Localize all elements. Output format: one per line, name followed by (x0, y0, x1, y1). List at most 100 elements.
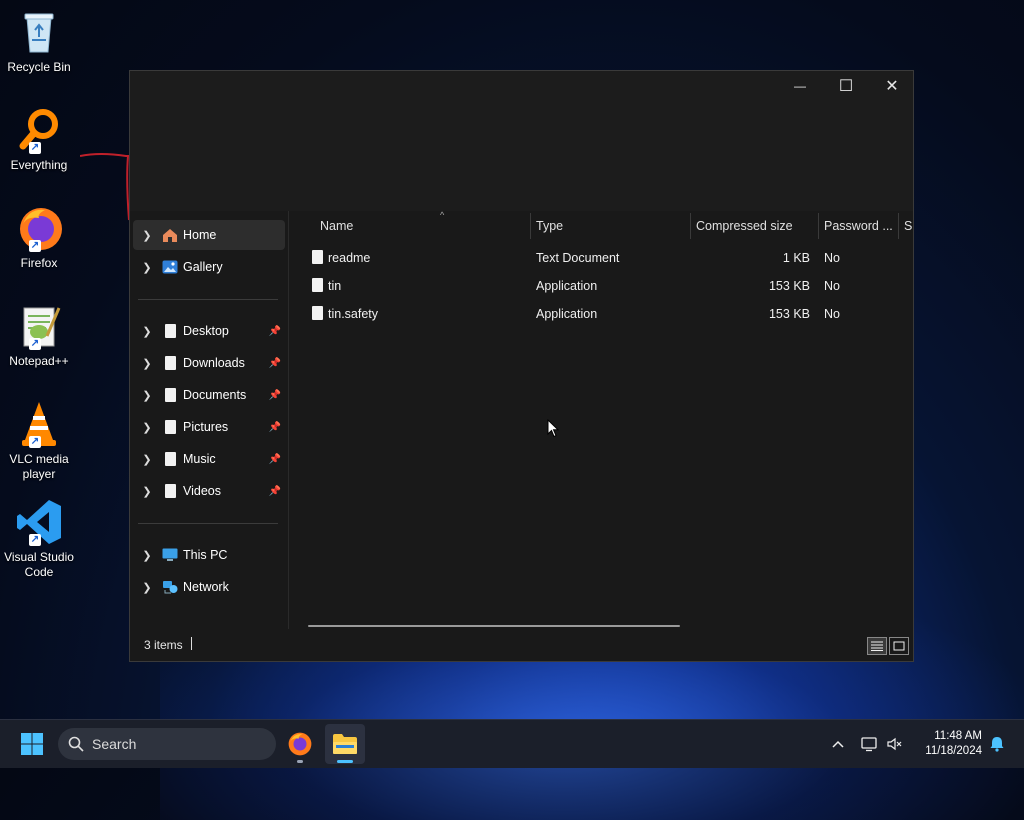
nav-item-pictures[interactable]: ❯ Pictures 📌 (133, 412, 285, 442)
chevron-right-icon[interactable]: ❯ (133, 453, 161, 466)
desktop-icon-label: Visual Studio Code (4, 550, 74, 579)
column-header-size[interactable]: Si (898, 211, 913, 241)
column-header-compressed-size[interactable]: Compressed size (690, 211, 818, 241)
shortcut-arrow-icon: ↗ (29, 436, 41, 448)
horizontal-scrollbar[interactable] (308, 625, 680, 627)
sort-ascending-icon: ^ (440, 211, 445, 220)
speaker-muted-icon (887, 737, 902, 751)
active-indicator (337, 760, 353, 763)
network-icon (161, 579, 179, 595)
nav-item-label: Home (183, 228, 217, 242)
desktop-icon-vscode[interactable]: ↗ Visual Studio Code (0, 498, 78, 580)
everything-search-icon: ↗ (15, 106, 63, 154)
pane-splitter[interactable] (288, 211, 289, 629)
column-header-name[interactable]: Name ^ (314, 211, 530, 241)
close-icon: ✕ (885, 78, 899, 95)
tiles-view-button[interactable] (889, 637, 909, 655)
minimize-button[interactable]: — (777, 71, 823, 101)
title-bar[interactable]: — ☐ ✕ (130, 71, 913, 211)
network-monitor-icon (861, 737, 877, 752)
file-password: No (824, 251, 840, 265)
file-list-view: Name ^ Type Compressed size Password ...… (290, 211, 913, 629)
shortcut-arrow-icon: ↗ (29, 142, 41, 154)
chevron-right-icon[interactable]: ❯ (133, 357, 161, 370)
show-hidden-icons-button[interactable] (826, 720, 850, 768)
clock-date: 11/18/2024 (925, 745, 982, 757)
chevron-right-icon[interactable]: ❯ (133, 421, 161, 434)
nav-item-videos[interactable]: ❯ Videos 📌 (133, 476, 285, 506)
desktop-icon-label: Recycle Bin (7, 60, 71, 74)
nav-item-label: Downloads (183, 356, 245, 370)
column-header-type[interactable]: Type (530, 211, 690, 241)
desktop-icon-vlc[interactable]: ↗ VLC media player (0, 400, 78, 482)
nav-item-label: Music (183, 452, 216, 466)
desktop-icon-everything[interactable]: ↗ Everything (0, 106, 78, 173)
details-view-button[interactable] (867, 637, 887, 655)
file-name: readme (328, 251, 371, 265)
nav-item-music[interactable]: ❯ Music 📌 (133, 444, 285, 474)
taskbar-firefox[interactable] (280, 724, 320, 764)
desktop-icon-label: VLC media player (9, 452, 69, 481)
maximize-button[interactable]: ☐ (823, 71, 869, 101)
desktop-icon-firefox[interactable]: ↗ Firefox (0, 204, 78, 271)
column-label: Compressed size (696, 219, 793, 233)
file-icon (161, 483, 179, 499)
nav-item-label: This PC (183, 548, 228, 562)
tiles-view-icon (893, 641, 905, 651)
chevron-right-icon[interactable]: ❯ (133, 229, 161, 242)
file-name: tin (328, 279, 342, 293)
nav-item-gallery[interactable]: ❯ Gallery (133, 252, 285, 282)
nav-item-this-pc[interactable]: ❯ This PC (133, 540, 285, 570)
chevron-right-icon[interactable]: ❯ (133, 261, 161, 274)
pin-icon: 📌 (268, 389, 281, 401)
chevron-right-icon[interactable]: ❯ (133, 485, 161, 498)
desktop-icon-recycle-bin[interactable]: Recycle Bin (0, 8, 78, 75)
firefox-icon: ↗ (15, 204, 63, 252)
file-icon (161, 387, 179, 403)
file-password: No (824, 279, 840, 293)
chevron-right-icon[interactable]: ❯ (133, 549, 161, 562)
clock-time: 11:48 AM (934, 730, 982, 742)
taskbar-search-box[interactable]: Search (58, 728, 276, 760)
nav-separator (138, 523, 278, 524)
recycle-bin-icon (15, 8, 63, 56)
desktop-icon-notepadpp[interactable]: ↗ Notepad++ (0, 302, 78, 369)
details-view-icon (871, 641, 883, 651)
status-separator (191, 637, 192, 650)
start-button[interactable] (12, 724, 52, 764)
volume-button[interactable] (884, 720, 906, 768)
pin-icon: 📌 (268, 421, 281, 433)
chevron-right-icon[interactable]: ❯ (133, 389, 161, 402)
nav-item-home[interactable]: ❯ Home (133, 220, 285, 250)
close-button[interactable]: ✕ (869, 71, 915, 101)
chevron-right-icon[interactable]: ❯ (133, 325, 161, 338)
table-row[interactable]: readme Text Document 1 KB No (300, 244, 910, 272)
item-count: 3 items (144, 638, 183, 652)
mouse-cursor-icon (547, 419, 559, 438)
file-icon (161, 355, 179, 371)
file-icon (312, 306, 323, 320)
notifications-button[interactable] (986, 720, 1008, 768)
file-icon (161, 451, 179, 467)
search-icon (68, 736, 84, 752)
network-status-button[interactable] (858, 720, 882, 768)
shortcut-arrow-icon: ↗ (29, 534, 41, 546)
file-type: Text Document (536, 251, 620, 265)
nav-item-documents[interactable]: ❯ Documents 📌 (133, 380, 285, 410)
nav-item-network[interactable]: ❯ Network (133, 572, 285, 602)
folder-icon (333, 734, 357, 754)
nav-item-label: Network (183, 580, 229, 594)
column-header-password[interactable]: Password ... (818, 211, 898, 241)
clock[interactable]: 11:48 AM 11/18/2024 (925, 729, 982, 759)
nav-item-downloads[interactable]: ❯ Downloads 📌 (133, 348, 285, 378)
table-row[interactable]: tin Application 153 KB No (300, 272, 910, 300)
table-row[interactable]: tin.safety Application 153 KB No (300, 300, 910, 328)
nav-item-desktop[interactable]: ❯ Desktop 📌 (133, 316, 285, 346)
vscode-icon: ↗ (15, 498, 63, 546)
nav-item-label: Pictures (183, 420, 229, 434)
pin-icon: 📌 (268, 357, 281, 369)
chevron-right-icon[interactable]: ❯ (133, 581, 161, 594)
nav-item-label: Desktop (183, 324, 229, 338)
taskbar-file-explorer[interactable] (325, 724, 365, 764)
file-name: tin.safety (328, 307, 379, 321)
